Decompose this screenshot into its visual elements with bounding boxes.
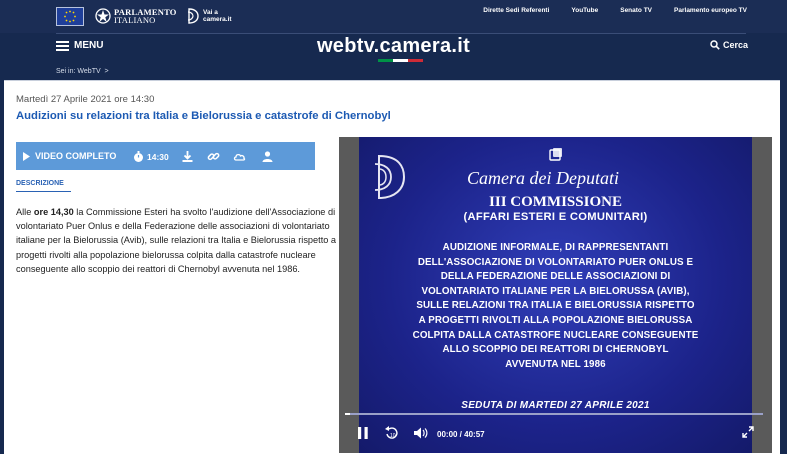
top-links: Dirette Sedi Referenti YouTube Senato TV… — [483, 7, 747, 14]
play-icon — [23, 151, 30, 161]
parliament-line2: ITALIANO — [114, 15, 156, 25]
breadcrumb-separator: > — [104, 68, 109, 75]
video-line: COLPITA DALLA CATASTROFE NUCLEARE CONSEG… — [412, 329, 699, 341]
page-title: Audizioni su relazioni tra Italia e Biel… — [16, 110, 391, 122]
desc-bold-time: ore 14,30 — [33, 207, 74, 217]
vai-camera-link[interactable]: Vai a camera.it — [203, 9, 232, 23]
site-title[interactable]: webtv.camera.it — [0, 35, 787, 58]
event-date: Martedì 27 Aprile 2021 ore 14:30 — [16, 94, 155, 105]
eu-flag-icon[interactable] — [56, 7, 84, 26]
search-label: Cerca — [723, 40, 749, 50]
video-line: AUDIZIONE INFORMALE, DI RAPPRESENTANTI — [442, 242, 669, 253]
svg-text:10: 10 — [390, 433, 396, 439]
commission-subtitle: (AFFARI ESTERI E COMUNITARI) — [463, 211, 648, 223]
video-line: DELL'ASSOCIAZIONE DI VOLONTARIATO PUER O… — [417, 256, 694, 268]
video-line: A PROGETTI RIVOLTI ALLA POPOLAZIONE BIEL… — [418, 314, 693, 326]
video-line: VOLONTARIATO ITALIANE PER LA BIELORUSSA … — [421, 285, 690, 297]
cloud-icon[interactable] — [233, 150, 246, 163]
tab-description[interactable]: DESCRIZIONE — [16, 180, 64, 187]
video-line: ALLO SCOPPIO DEI REATTORI DI CHERNOBYL — [442, 344, 669, 356]
link-parlamento-europeo-tv[interactable]: Parlamento europeo TV — [674, 7, 747, 14]
camera-title: Camera dei Deputati — [467, 168, 619, 188]
camera-logo-icon[interactable] — [186, 7, 200, 25]
video-letterbox-left — [339, 137, 359, 453]
progress-handle[interactable] — [345, 413, 350, 415]
breadcrumb-item-webtv[interactable]: WebTV — [77, 68, 100, 75]
description-text: Alle ore 14,30 la Commissione Esteri ha … — [16, 205, 354, 276]
video-duration: 14:30 — [147, 152, 169, 162]
video-time: 00:00 / 40:57 — [437, 430, 485, 439]
breadcrumb: Sei in: WebTV > — [56, 68, 109, 75]
video-body-text: AUDIZIONE INFORMALE, DI RAPPRESENTANTI D… — [359, 241, 752, 372]
stopwatch-icon — [134, 151, 143, 162]
desc-after: la Commissione Esteri ha svolto l'audizi… — [16, 207, 337, 274]
user-icon[interactable] — [261, 150, 274, 163]
search-icon — [710, 40, 720, 50]
video-controls: 10 00:00 / 40:57 — [345, 426, 763, 444]
video-progress-bar[interactable] — [345, 413, 763, 415]
header-divider — [56, 33, 746, 34]
video-line: DELLA FEDERAZIONE DELLE ASSOCIAZIONI DI — [440, 271, 671, 283]
link-dirette-sedi[interactable]: Dirette Sedi Referenti — [483, 7, 549, 14]
desc-before: Alle — [16, 207, 34, 217]
breadcrumb-prefix: Sei in: — [56, 68, 76, 75]
fullscreen-icon[interactable] — [742, 426, 754, 438]
link-senato-tv[interactable]: Senato TV — [620, 7, 652, 14]
pause-icon[interactable] — [357, 426, 369, 440]
video-toolbar: VIDEO COMPLETO 14:30 — [16, 142, 315, 170]
video-complete-label: VIDEO COMPLETO — [35, 151, 117, 161]
session-caption: SEDUTA DI MARTEDI 27 APRILE 2021 — [461, 400, 650, 411]
tab-description-underline — [16, 191, 71, 192]
parliament-logo-text[interactable]: PARLAMENTO ITALIANO — [114, 8, 177, 25]
video-complete-button[interactable]: VIDEO COMPLETO — [23, 151, 116, 161]
vai-line1: Vai a — [203, 9, 218, 16]
vai-line2: camera.it — [203, 16, 232, 23]
picture-in-picture-icon[interactable] — [549, 147, 563, 161]
video-letterbox-right — [752, 137, 772, 453]
search-button[interactable]: Cerca — [710, 40, 748, 50]
tricolor-stripe — [378, 59, 423, 62]
download-icon[interactable] — [181, 150, 194, 163]
republic-emblem-icon[interactable] — [95, 7, 111, 25]
volume-icon[interactable] — [413, 426, 428, 440]
video-line: AVVENUTA NEL 1986 — [505, 358, 606, 370]
link-youtube[interactable]: YouTube — [571, 7, 598, 14]
commission-title: III COMMISSIONE — [489, 194, 622, 210]
link-icon[interactable] — [207, 150, 220, 163]
video-line: SULLE RELAZIONI TRA ITALIA E BIELORUSSIA… — [416, 300, 695, 312]
rewind-10-icon[interactable]: 10 — [385, 426, 399, 440]
